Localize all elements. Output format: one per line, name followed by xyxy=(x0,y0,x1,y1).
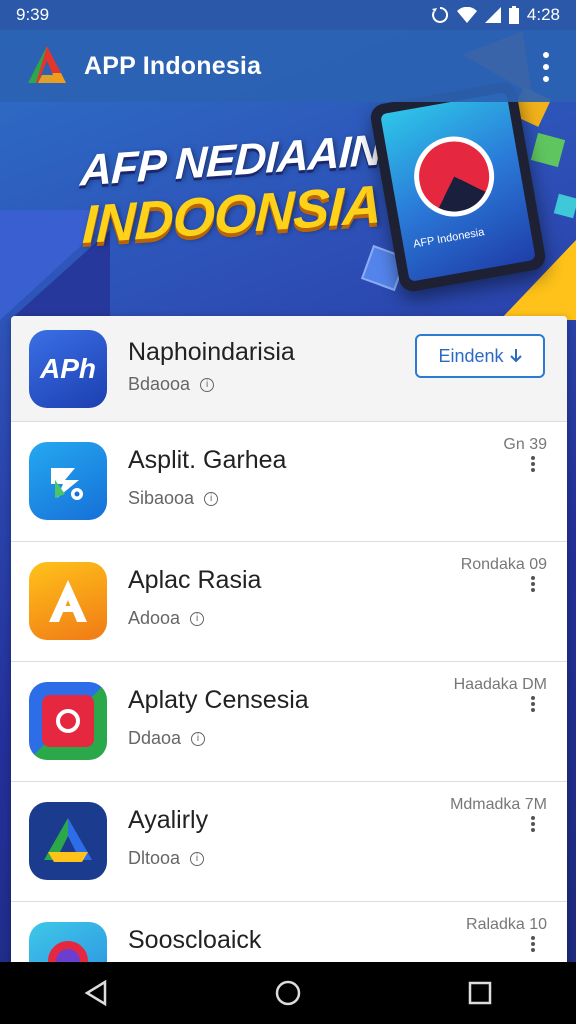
back-triangle-icon xyxy=(84,980,107,1006)
photo-circle xyxy=(56,709,80,733)
photo-frame xyxy=(42,695,94,747)
more-vert-icon[interactable] xyxy=(531,576,537,592)
app-subtitle: Bdaooa i xyxy=(128,374,215,395)
home-button[interactable] xyxy=(258,971,318,1015)
more-vert-icon[interactable] xyxy=(531,696,537,712)
tablet-label: AFP Indonesia xyxy=(412,226,486,251)
app-title: Ayalirly xyxy=(128,806,209,834)
app-subtitle: Sibaooa i xyxy=(128,488,219,509)
info-icon: i xyxy=(190,851,205,866)
app-logo-icon xyxy=(28,46,66,83)
info-icon: i xyxy=(191,731,206,746)
app-subtitle: Ddaoa i xyxy=(128,728,206,749)
tool-icon xyxy=(29,442,107,520)
list-item[interactable]: Aplac Rasia Adooa i Rondaka 09 xyxy=(11,542,567,662)
app-meta: Rondaka 09 xyxy=(460,556,547,573)
status-time-right: 4:28 xyxy=(526,5,560,24)
home-circle-icon xyxy=(275,980,301,1006)
status-icons: 4:28 xyxy=(431,5,560,25)
list-item[interactable]: Ayalirly Dltooa i Mdmadka 7M xyxy=(11,782,567,902)
install-button-label: Eindenk xyxy=(438,345,504,366)
recents-square-icon xyxy=(468,981,492,1005)
app-list: APh Naphoindarisia Bdaooa i Eindenk Aspli… xyxy=(11,316,567,976)
info-icon: i xyxy=(204,491,219,506)
app-subtitle-text: Dltooa xyxy=(128,848,181,868)
app-subtitle: Dltooa i xyxy=(128,848,205,869)
install-button[interactable]: Eindenk xyxy=(415,334,545,378)
app-meta: Raladka 10 xyxy=(466,916,547,933)
a-glyph xyxy=(49,580,87,622)
app-title: Aplaty Censesia xyxy=(128,686,309,714)
app-meta: Mdmadka 7M xyxy=(450,796,547,813)
wifi-icon xyxy=(456,7,477,23)
app-title: Naphoindarisia xyxy=(128,338,295,366)
more-vert-icon[interactable] xyxy=(531,816,537,832)
download-arrow-icon xyxy=(509,349,522,363)
letter-a-icon xyxy=(29,562,107,640)
app-bar: APP Indonesia xyxy=(0,30,576,102)
rotate-icon xyxy=(431,6,448,23)
app-subtitle-text: Ddaoa xyxy=(128,728,182,748)
status-bar: 9:39 4:28 xyxy=(0,0,576,30)
photo-icon xyxy=(29,682,107,760)
more-vert-icon[interactable] xyxy=(531,936,537,952)
tool-glyph xyxy=(51,468,83,500)
back-button[interactable] xyxy=(66,971,126,1015)
more-vert-icon[interactable] xyxy=(531,456,537,472)
status-time-left: 9:39 xyxy=(16,5,50,24)
drive-glyph xyxy=(44,818,92,862)
drive-icon xyxy=(29,802,107,880)
app-indonesia-icon: APh xyxy=(29,330,107,408)
app-title: Asplit. Garhea xyxy=(128,446,287,474)
app-subtitle-text: Bdaooa xyxy=(128,374,191,394)
app-subtitle-text: Sibaooa xyxy=(128,488,195,508)
signal-icon xyxy=(484,7,501,23)
cube-decor xyxy=(553,193,576,219)
cube-decor xyxy=(530,132,566,168)
list-item[interactable]: APh Naphoindarisia Bdaooa i Eindenk xyxy=(11,316,567,422)
tablet-logo xyxy=(407,130,501,223)
app-subtitle: Adooa i xyxy=(128,608,205,629)
info-icon: i xyxy=(190,611,205,626)
banner-headline: AFP NEDIAAIN INDOONSIA xyxy=(77,126,383,255)
info-icon: i xyxy=(200,377,215,392)
app-title: Sooscloaick xyxy=(128,926,262,954)
battery-icon xyxy=(508,6,519,24)
system-nav-bar xyxy=(0,962,576,1024)
app-meta: Haadaka DM xyxy=(453,676,547,693)
recents-button[interactable] xyxy=(450,971,510,1015)
app-subtitle-text: Adooa xyxy=(128,608,181,628)
app-title: Aplac Rasia xyxy=(128,566,262,594)
list-item[interactable]: Asplit. Garhea Sibaooa i Gn 39 xyxy=(11,422,567,542)
overflow-menu-icon[interactable] xyxy=(540,52,552,82)
app-title: APP Indonesia xyxy=(84,51,262,80)
app-meta: Gn 39 xyxy=(503,436,547,453)
list-item[interactable]: Aplaty Censesia Ddaoa i Haadaka DM xyxy=(11,662,567,782)
tablet-screen: AFP Indonesia xyxy=(380,92,536,282)
